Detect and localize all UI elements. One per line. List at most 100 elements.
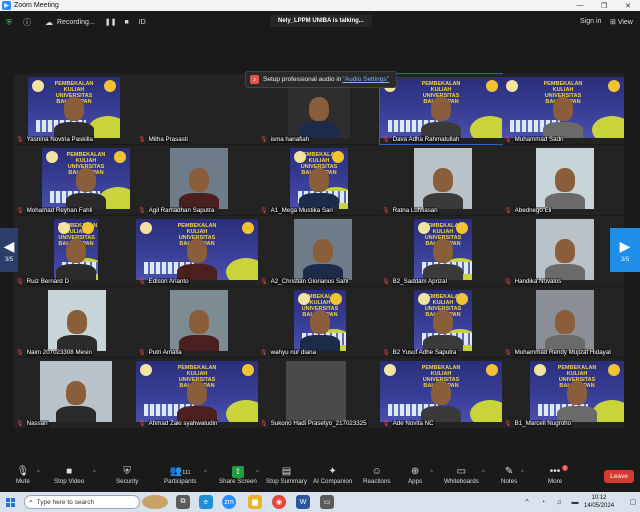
audio-settings-link[interactable]: "Audio Settings" bbox=[342, 76, 389, 83]
participant-name: 🎙 Abednego Eli bbox=[504, 207, 553, 214]
reactions-button[interactable]: ☺ Reactions bbox=[363, 466, 391, 485]
view-button[interactable]: ⊞ View bbox=[610, 18, 633, 26]
participant-face bbox=[433, 239, 453, 263]
previous-page-button[interactable]: ◀ 3/5 bbox=[0, 228, 18, 272]
notes-options-caret-icon[interactable]: ^ bbox=[521, 470, 524, 476]
apps-options-caret-icon[interactable]: ^ bbox=[430, 470, 433, 476]
tray-chevron-icon[interactable]: ^ bbox=[520, 495, 534, 509]
muted-microphone-icon: 🎙 bbox=[382, 208, 390, 214]
participant-tile[interactable]: 🎙 Agil Ramadhan Saputra bbox=[136, 145, 258, 215]
logo-circle-icon bbox=[32, 80, 44, 92]
mute-options-caret-icon[interactable]: ^ bbox=[37, 470, 40, 476]
meeting-id-label[interactable]: ID bbox=[139, 19, 146, 26]
participant-tile[interactable]: 🎙 Naim 207023308 Mesin bbox=[14, 287, 136, 357]
participant-tile[interactable]: PEMBEKALANKULIAHUNIVERSITASBALIKPAPAN🎙Ya… bbox=[14, 74, 136, 144]
notes-label: Notes bbox=[501, 478, 518, 485]
participant-face bbox=[310, 310, 330, 334]
chrome-browser-icon[interactable]: ◉ bbox=[272, 495, 286, 509]
ai-companion-label: AI Companion bbox=[313, 478, 353, 485]
sign-in-button[interactable]: Sign in bbox=[580, 18, 601, 25]
participant-video: PEMBEKALANKULIAHUNIVERSITASBALIKPAPAN bbox=[414, 290, 472, 351]
taskbar-search-box[interactable]: ⌕ Type here to search bbox=[24, 495, 140, 509]
stop-summary-button[interactable]: ▤ Stop Summary bbox=[266, 466, 307, 485]
participant-video: PEMBEKALANKULIAHUNIVERSITASBALIKPAPAN bbox=[136, 361, 258, 422]
share-screen-button[interactable]: ⇧ Share Screen bbox=[219, 466, 257, 485]
taskbar-clock[interactable]: 10:12 14/05/2024 bbox=[584, 494, 614, 510]
participant-tile[interactable]: 🎙 Ratna Luhfiasari bbox=[380, 145, 502, 215]
logo-circle-icon bbox=[534, 364, 546, 376]
app-window-icon[interactable]: ▭ bbox=[320, 495, 334, 509]
participants-options-caret-icon[interactable]: ^ bbox=[204, 470, 207, 476]
whiteboards-options-caret-icon[interactable]: ^ bbox=[482, 470, 485, 476]
mute-button[interactable]: 🎙 Mute bbox=[16, 466, 30, 485]
whiteboards-button[interactable]: ▭ Whiteboards bbox=[444, 466, 479, 485]
shield-icon[interactable]: ⛨ bbox=[6, 18, 15, 27]
zoom-app-icon[interactable]: zm bbox=[222, 495, 236, 509]
battery-icon[interactable]: ▬ bbox=[568, 495, 582, 509]
edge-browser-icon[interactable]: e bbox=[199, 495, 213, 509]
meeting-top-bar: ⛨ ⓘ ☁ Recording... ❚❚ ■ ID Nely_LPPM UNI… bbox=[0, 11, 640, 33]
participant-tile[interactable]: 🎙 Abednego Eli bbox=[502, 145, 624, 215]
participant-name: 🎙 Ade Novita NC bbox=[382, 420, 435, 427]
wifi-icon[interactable]: ◔ bbox=[536, 495, 550, 509]
file-explorer-icon[interactable]: ▆ bbox=[248, 495, 262, 509]
participant-tile[interactable]: PEMBEKALANKULIAHUNIVERSITASBALIKPAPAN🎙B2… bbox=[380, 287, 502, 357]
ai-companion-button[interactable]: ✦ AI Companion bbox=[313, 466, 352, 485]
participant-tile[interactable]: PEMBEKALANKULIAHUNIVERSITASBALIKPAPAN🎙Mo… bbox=[14, 145, 136, 215]
notification-center-icon[interactable]: ▢ bbox=[626, 495, 640, 509]
share-options-caret-icon[interactable]: ^ bbox=[256, 470, 259, 476]
participant-tile[interactable]: PEMBEKALANKULIAHUNIVERSITASBALIKPAPAN🎙Da… bbox=[379, 73, 503, 145]
participant-video: PEMBEKALANKULIAHUNIVERSITASBALIKPAPAN bbox=[380, 77, 502, 138]
participant-tile[interactable]: 🎙 Putri Amalia bbox=[136, 287, 258, 357]
more-button[interactable]: ••• More bbox=[548, 466, 562, 485]
participant-tile[interactable]: 🎙 Muhammad Rendy Mujizat Hidayat bbox=[502, 287, 624, 357]
stop-video-label: Stop Video bbox=[54, 478, 85, 485]
participant-tile[interactable]: PEMBEKALANKULIAHUNIVERSITASBALIKPAPAN🎙Ru… bbox=[14, 216, 136, 286]
participant-tile[interactable]: 🎙 Nassan bbox=[14, 358, 136, 428]
participant-tile[interactable]: PEMBEKALANKULIAHUNIVERSITASBALIKPAPAN🎙B2… bbox=[380, 216, 502, 286]
participant-face bbox=[189, 168, 209, 192]
leave-button[interactable]: Leave bbox=[604, 470, 634, 483]
participant-tile[interactable]: PEMBEKALANKULIAHUNIVERSITASBALIKPAPAN🎙Mu… bbox=[502, 74, 624, 144]
title-bar: ▶ Zoom Meeting — ❐ ✕ bbox=[0, 0, 640, 11]
participant-tile[interactable]: 🎙 Handika Novalos bbox=[502, 216, 624, 286]
participant-tile[interactable]: PEMBEKALANKULIAHUNIVERSITASBALIKPAPAN🎙Ed… bbox=[136, 216, 258, 286]
whiteboard-icon: ▭ bbox=[456, 466, 467, 477]
participant-tile[interactable]: PEMBEKALANKULIAHUNIVERSITASBALIKPAPAN🎙Ad… bbox=[380, 358, 502, 428]
minimize-icon[interactable]: — bbox=[568, 2, 592, 9]
participant-tile[interactable]: 🎙 Sukono Hadi Prasetyo_217023325 bbox=[258, 358, 380, 428]
word-app-icon[interactable]: W bbox=[296, 495, 310, 509]
participant-face bbox=[313, 239, 333, 263]
next-page-button[interactable]: ▶ 3/5 bbox=[610, 228, 640, 272]
participant-tile[interactable]: 🎙 A2_Christian Glorianus Sani bbox=[258, 216, 380, 286]
participants-icon: 👥111 bbox=[169, 466, 191, 477]
close-icon[interactable]: ✕ bbox=[616, 2, 640, 10]
notes-button[interactable]: ✎ Notes bbox=[501, 466, 517, 485]
taskbar-weather-icon[interactable] bbox=[142, 495, 168, 509]
clock-date: 14/05/2024 bbox=[584, 503, 615, 509]
apps-button[interactable]: ⊕ Apps bbox=[408, 466, 422, 485]
participant-name-text: Mohamad Reyhan Fahli bbox=[25, 207, 94, 214]
participant-video bbox=[286, 361, 346, 422]
participant-tile[interactable]: PEMBEKALANKULIAHUNIVERSITASBALIKPAPAN🎙wa… bbox=[258, 287, 380, 357]
mute-label: Mute bbox=[16, 478, 30, 485]
participants-button[interactable]: 👥111 Participants bbox=[164, 466, 196, 485]
participant-tile[interactable]: PEMBEKALANKULIAHUNIVERSITASBALIKPAPAN🎙Ah… bbox=[136, 358, 258, 428]
view-label: View bbox=[617, 19, 633, 26]
muted-microphone-icon: 🎙 bbox=[504, 208, 512, 214]
stop-video-button[interactable]: ■ Stop Video bbox=[54, 466, 84, 485]
participant-tile[interactable]: PEMBEKALANKULIAHUNIVERSITASBALIKPAPAN🎙A1… bbox=[258, 145, 380, 215]
participant-name: 🎙 Putri Amalia bbox=[138, 349, 183, 356]
security-button[interactable]: ⛨ Security bbox=[116, 466, 138, 485]
windows-start-icon[interactable] bbox=[6, 497, 15, 507]
video-options-caret-icon[interactable]: ^ bbox=[93, 470, 96, 476]
task-view-icon[interactable]: ⧉ bbox=[176, 495, 190, 509]
participant-tile[interactable]: PEMBEKALANKULIAHUNIVERSITASBALIKPAPAN🎙B1… bbox=[502, 358, 624, 428]
pause-recording-icon[interactable]: ❚❚ bbox=[105, 18, 117, 26]
participant-tile[interactable]: 🎙 Mitha Prasasti bbox=[136, 74, 258, 144]
volume-icon[interactable]: ♫ bbox=[552, 495, 566, 509]
participant-name: 🎙 Yasnina Novtria Paskilla bbox=[16, 136, 94, 143]
info-icon[interactable]: ⓘ bbox=[23, 17, 31, 28]
stop-recording-icon[interactable]: ■ bbox=[124, 19, 128, 26]
maximize-icon[interactable]: ❐ bbox=[592, 2, 616, 10]
